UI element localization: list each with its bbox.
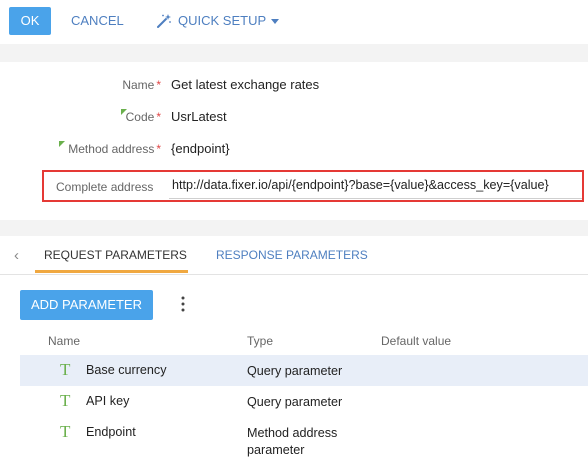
required-mark: * [156,110,161,124]
param-type: Query parameter [247,395,343,409]
name-row: Name * Get latest exchange rates [0,74,588,98]
tab-bar: ‹ REQUEST PARAMETERS RESPONSE PARAMETERS [0,236,588,275]
param-name: Base currency [86,363,167,377]
chevron-left-icon[interactable]: ‹ [14,247,19,264]
param-name: API key [86,394,130,408]
column-header-default[interactable]: Default value [381,334,451,348]
parameters-panel: ‹ REQUEST PARAMETERS RESPONSE PARAMETERS… [0,236,588,463]
code-label: Code * [125,110,161,124]
caret-down-icon [271,19,280,24]
text-type-icon: T [60,391,71,410]
param-name: Endpoint [86,425,136,439]
quick-setup-button[interactable]: QUICK SETUP [156,7,280,35]
text-type-icon: T [60,360,71,379]
method-form: Name * Get latest exchange rates Code * Us… [0,62,588,220]
add-parameter-button[interactable]: ADD PARAMETER [20,290,153,320]
code-row: Code * UsrLatest [0,106,588,130]
quick-setup-label: QUICK SETUP [178,13,267,28]
method-address-row: Method address * {endpoint} [0,138,588,162]
complete-address-field[interactable]: http://data.fixer.io/api/{endpoint}?base… [169,173,582,199]
active-tab-indicator [35,270,188,273]
more-vertical-icon[interactable] [179,294,187,314]
required-mark: * [156,78,161,92]
cancel-button[interactable]: CANCEL [71,7,124,35]
text-type-icon: T [60,422,71,441]
name-field[interactable]: Get latest exchange rates [171,77,319,92]
required-mark: * [156,142,161,156]
complete-address-highlight: Complete address http://data.fixer.io/ap… [42,170,584,202]
ok-button[interactable]: OK [9,7,51,35]
param-type: Query parameter [247,364,343,378]
method-address-label: Method address * [68,142,161,156]
magic-wand-icon [157,14,171,28]
table-row[interactable]: T Endpoint Method address parameter [20,417,588,463]
complete-address-value: http://data.fixer.io/api/{endpoint}?base… [172,178,549,192]
table-row[interactable]: T API key Query parameter [20,386,588,417]
localizable-flag-icon [59,141,65,147]
tab-request-parameters[interactable]: REQUEST PARAMETERS [44,248,187,262]
column-header-type[interactable]: Type [247,334,273,348]
code-field[interactable]: UsrLatest [171,109,227,124]
name-label: Name * [122,78,161,92]
param-type: Method address parameter [247,426,338,457]
column-header-name[interactable]: Name [48,334,80,348]
complete-address-label: Complete address [56,180,154,194]
method-address-field[interactable]: {endpoint} [171,141,230,156]
table-row[interactable]: T Base currency Query parameter [20,355,588,386]
tab-response-parameters[interactable]: RESPONSE PARAMETERS [216,248,368,262]
toolbar: OK CANCEL QUICK SETUP [0,0,588,44]
